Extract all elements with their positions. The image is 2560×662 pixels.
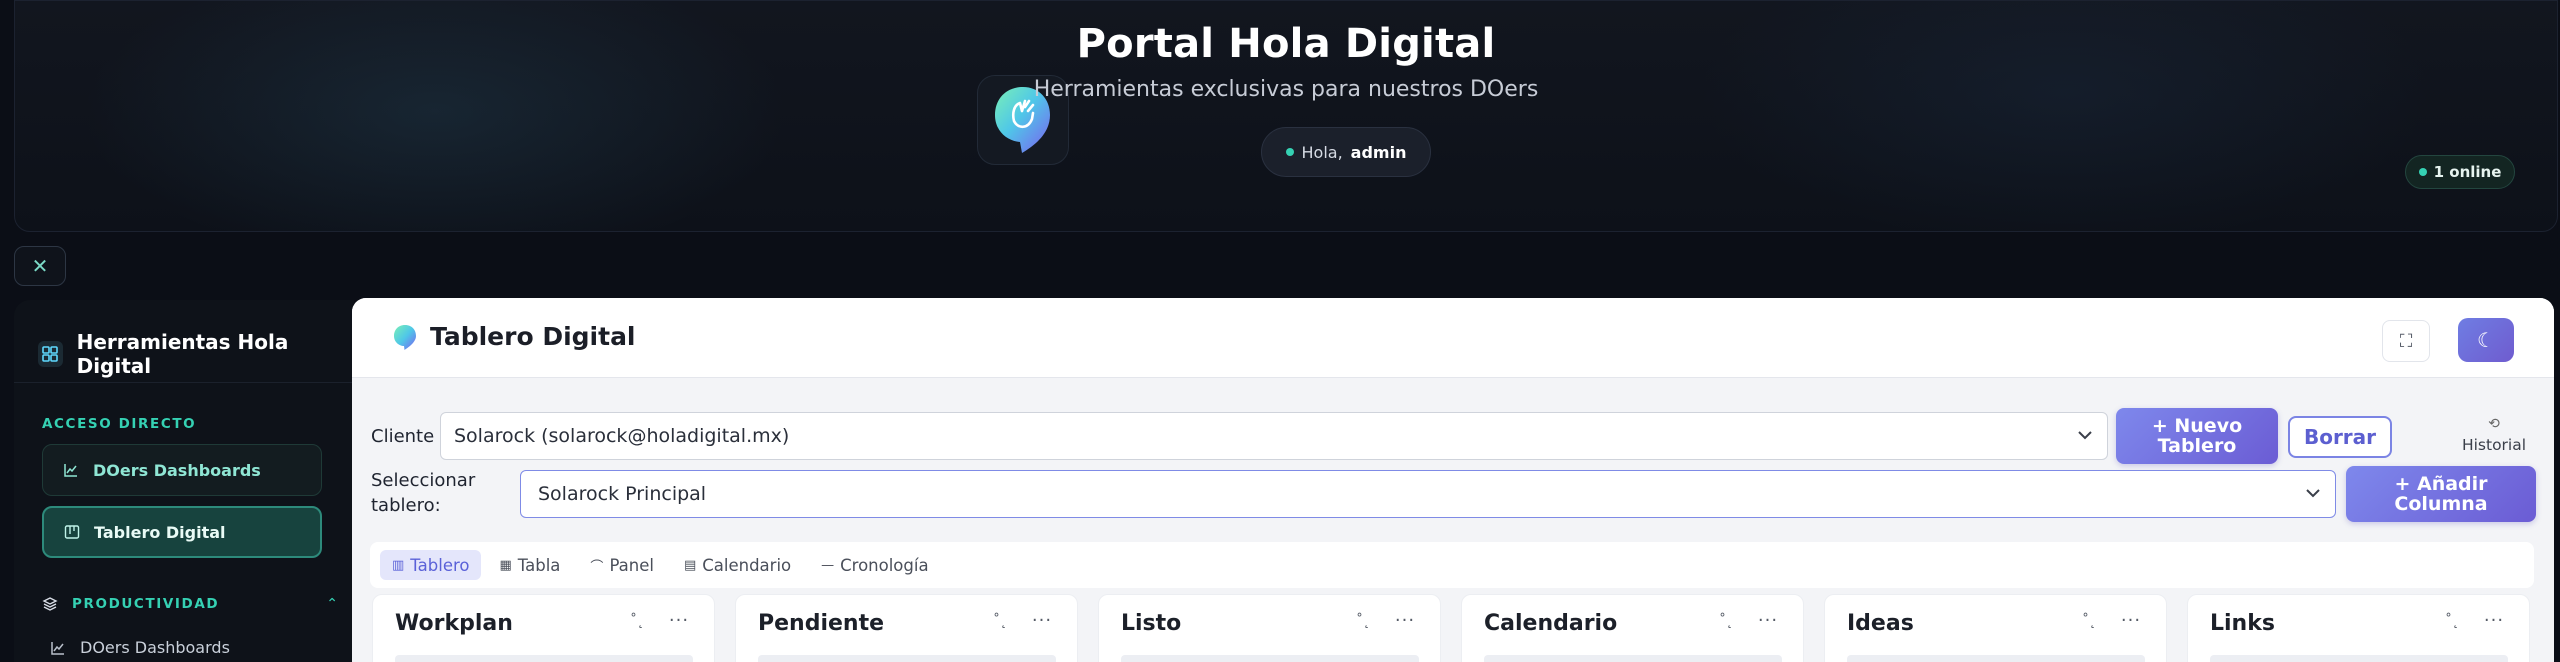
add-card-placeholder[interactable] <box>1484 655 1782 662</box>
calendar-icon: ▤ <box>683 557 697 573</box>
tab-label: Tabla <box>517 555 561 575</box>
new-board-button[interactable]: + Nuevo Tablero <box>2116 408 2278 464</box>
board-icon: ▥ <box>392 557 405 573</box>
board-column-pendiente: Pendiente ˚˛ ··· <box>735 594 1078 662</box>
history-button[interactable]: ⟲ Historial <box>2442 416 2546 454</box>
line-chart-icon <box>51 641 64 655</box>
online-count: 1 online <box>2433 163 2502 181</box>
board-select[interactable]: Solarock Principal <box>520 470 2336 518</box>
column-menu-button[interactable]: ··· <box>661 605 697 635</box>
sidebar-divider <box>14 382 354 383</box>
add-card-placeholder[interactable] <box>395 655 693 662</box>
panel-icon: ⌒ <box>590 559 604 575</box>
view-tabs: ▥ Tablero ▦ Tabla ⌒ Panel ▤ Calendario —… <box>370 542 2534 588</box>
column-menu-button[interactable]: ··· <box>1750 605 1786 635</box>
add-card-placeholder[interactable] <box>1121 655 1419 662</box>
greeting-user: admin <box>1350 142 1407 162</box>
portal-header: Portal Hola Digital Herramientas exclusi… <box>14 0 2558 232</box>
sidebar-item-doers-dashboards[interactable]: DOers Dashboards <box>42 444 322 496</box>
main-topbar: Tablero Digital ⛶ ☾ <box>352 298 2554 378</box>
layers-icon <box>42 597 58 611</box>
delete-button[interactable]: Borrar <box>2288 416 2392 458</box>
column-menu-button[interactable]: ··· <box>2476 605 2512 635</box>
fullscreen-button[interactable]: ⛶ <box>2382 320 2430 362</box>
moon-icon: ☾ <box>2477 328 2495 352</box>
history-label: Historial <box>2461 436 2527 454</box>
tab-panel[interactable]: ⌒ Panel <box>578 550 666 580</box>
column-menu-button[interactable]: ··· <box>2113 605 2149 635</box>
tab-tablero[interactable]: ▥ Tablero <box>380 550 482 580</box>
line-chart-icon <box>64 464 77 477</box>
page-title: Tablero Digital <box>430 322 636 351</box>
board-value: Solarock Principal <box>538 483 707 505</box>
table-icon: ▦ <box>499 557 512 573</box>
sort-icon[interactable]: ˚˛ <box>630 613 644 629</box>
sidebar-subitem-doers-dashboards[interactable]: DOers Dashboards <box>50 638 230 657</box>
board-column-calendario: Calendario ˚˛ ··· <box>1461 594 1804 662</box>
column-title: Workplan <box>395 611 513 636</box>
timeline-icon: — <box>821 557 835 573</box>
sidebar-item-label: DOers Dashboards <box>93 460 261 480</box>
column-title: Calendario <box>1484 611 1618 636</box>
board-column-workplan: Workplan ˚˛ ··· <box>372 594 715 662</box>
app-logo-icon <box>394 325 416 350</box>
section-direct-access: ACCESO DIRECTO <box>42 416 197 432</box>
client-value: Solarock (solarock@holadigital.mx) <box>454 425 790 447</box>
close-icon: ✕ <box>31 254 49 278</box>
column-title: Ideas <box>1847 611 1914 636</box>
tab-calendario[interactable]: ▤ Calendario <box>672 550 803 580</box>
chevron-down-icon <box>2306 489 2320 498</box>
add-card-placeholder[interactable] <box>2210 655 2508 662</box>
column-menu-button[interactable]: ··· <box>1387 605 1423 635</box>
sort-icon[interactable]: ˚˛ <box>2082 613 2096 629</box>
sidebar-header: Herramientas Hola Digital <box>38 330 354 378</box>
portal-subtitle: Herramientas exclusivas para nuestros DO… <box>1033 77 1539 102</box>
online-dot-icon <box>2418 168 2427 176</box>
sort-icon[interactable]: ˚˛ <box>2445 613 2459 629</box>
chevron-up-icon: ⌃ <box>326 596 338 612</box>
select-board-label: Seleccionar tablero: <box>371 470 476 516</box>
history-icon: ⟲ <box>2488 416 2500 432</box>
column-title: Links <box>2210 611 2275 636</box>
fullscreen-icon: ⛶ <box>2399 330 2413 352</box>
sort-icon[interactable]: ˚˛ <box>993 613 1007 629</box>
board-column-listo: Listo ˚˛ ··· <box>1098 594 1441 662</box>
sort-icon[interactable]: ˚˛ <box>1719 613 1733 629</box>
portal-title: Portal Hola Digital <box>1076 21 1496 67</box>
dashboard-icon <box>38 341 63 367</box>
add-column-button[interactable]: + Añadir Columna <box>2346 466 2536 522</box>
column-title: Listo <box>1121 611 1182 636</box>
sidebar: Herramientas Hola Digital ACCESO DIRECTO… <box>14 300 354 662</box>
section-productivity-label: PRODUCTIVIDAD <box>72 596 220 612</box>
client-label: Cliente <box>371 426 435 447</box>
theme-toggle-button[interactable]: ☾ <box>2458 318 2514 362</box>
kanban-icon <box>64 525 80 539</box>
sidebar-title: Herramientas Hola Digital <box>76 330 289 378</box>
close-sidebar-button[interactable]: ✕ <box>14 246 66 286</box>
tab-tabla[interactable]: ▦ Tabla <box>487 550 572 580</box>
status-dot-icon <box>1285 148 1294 156</box>
column-menu-button[interactable]: ··· <box>1024 605 1060 635</box>
sidebar-subitem-label: DOers Dashboards <box>80 638 230 657</box>
sidebar-item-label: Tablero Digital <box>94 522 226 542</box>
greeting-badge: Hola, admin <box>1261 127 1431 177</box>
main-panel: Tablero Digital ⛶ ☾ Cliente Solarock (so… <box>352 298 2554 662</box>
tab-label: Panel <box>609 555 654 575</box>
greeting-prefix: Hola, <box>1301 142 1343 162</box>
tab-label: Cronología <box>840 555 929 575</box>
chevron-down-icon <box>2078 431 2092 440</box>
add-card-placeholder[interactable] <box>758 655 1056 662</box>
section-productivity[interactable]: PRODUCTIVIDAD ⌃ <box>42 596 338 612</box>
column-title: Pendiente <box>758 611 885 636</box>
client-select[interactable]: Solarock (solarock@holadigital.mx) <box>440 412 2108 460</box>
tab-label: Calendario <box>702 555 792 575</box>
add-card-placeholder[interactable] <box>1847 655 2145 662</box>
tab-label: Tablero <box>410 555 470 575</box>
board-column-ideas: Ideas ˚˛ ··· <box>1824 594 2167 662</box>
sort-icon[interactable]: ˚˛ <box>1356 613 1370 629</box>
board-column-links: Links ˚˛ ··· <box>2187 594 2530 662</box>
online-badge: 1 online <box>2405 155 2515 189</box>
tab-cronologia[interactable]: — Cronología <box>809 550 940 580</box>
sidebar-item-tablero-digital[interactable]: Tablero Digital <box>42 506 322 558</box>
